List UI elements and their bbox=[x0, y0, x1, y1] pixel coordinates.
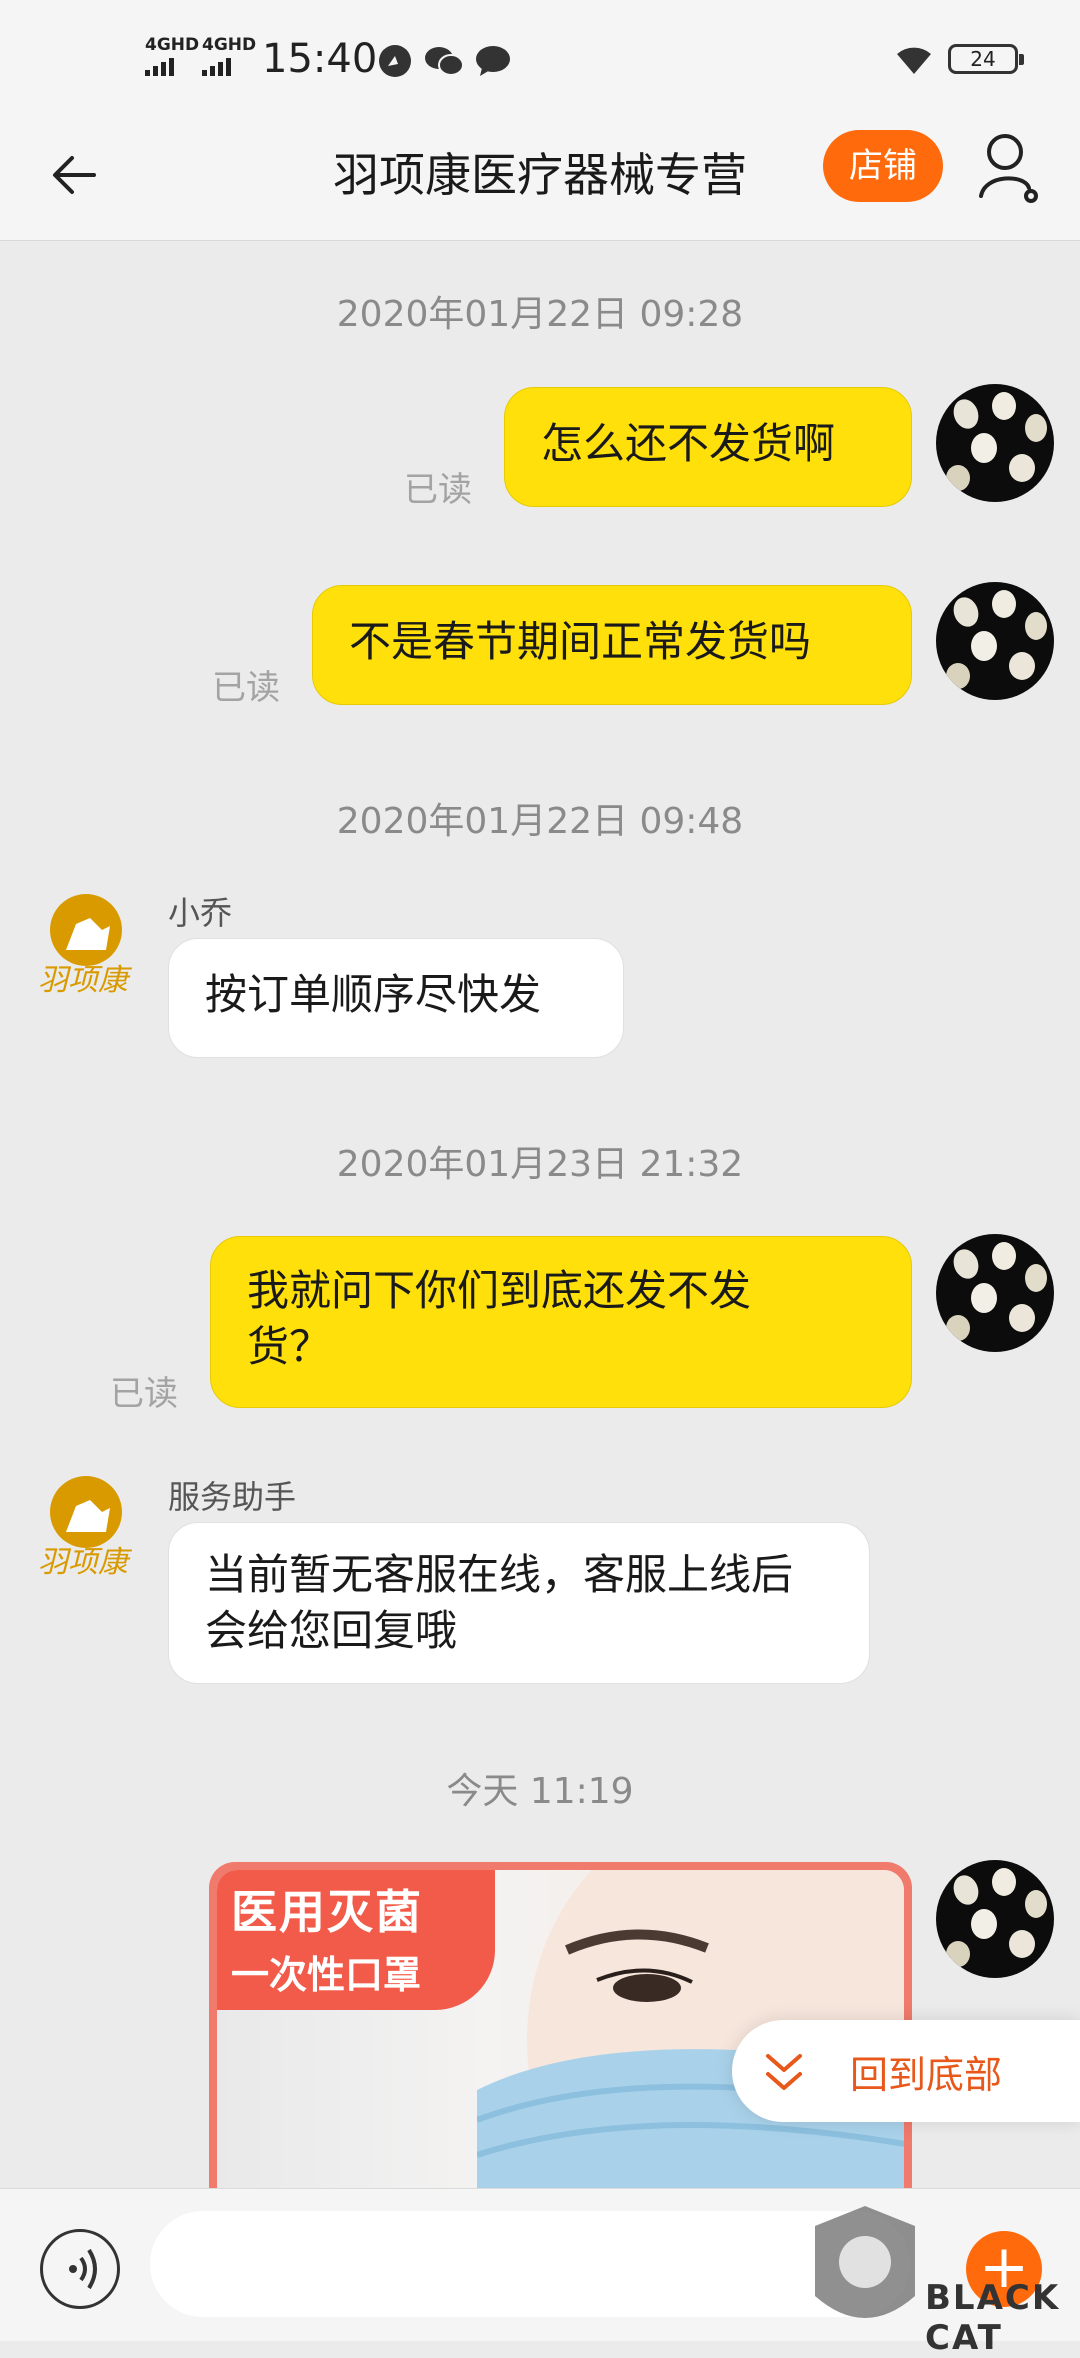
battery-icon: 24 bbox=[948, 44, 1024, 74]
logo-text: 羽项康 bbox=[38, 1545, 133, 1580]
message-text: 不是春节期间正常发货吗 bbox=[349, 617, 812, 666]
signal-bars-icon bbox=[145, 56, 199, 76]
read-receipt: 已读 bbox=[404, 470, 472, 510]
wechat-icon bbox=[425, 47, 464, 76]
clock: 15:40 bbox=[262, 36, 378, 82]
my-avatar[interactable] bbox=[936, 384, 1054, 502]
network-type-label: 4GHD bbox=[202, 35, 257, 55]
signal-bars-icon bbox=[202, 56, 256, 76]
logo-text: 羽项康 bbox=[38, 963, 133, 998]
voice-button[interactable] bbox=[40, 2229, 120, 2309]
read-receipt: 已读 bbox=[110, 1374, 178, 1414]
watermark-text: BLACK CAT bbox=[925, 2278, 1061, 2358]
timestamp: 2020年01月23日 21:32 bbox=[336, 1144, 744, 1185]
shop-message-bubble[interactable]: 当前暂无客服在线，客服上线后 会给您回复哦 bbox=[168, 1522, 870, 1684]
my-message-bubble[interactable]: 不是春节期间正常发货吗 bbox=[312, 585, 912, 705]
avatar-pattern-icon bbox=[946, 590, 1047, 689]
read-receipt: 已读 bbox=[212, 668, 280, 708]
back-arrow-icon[interactable] bbox=[44, 140, 114, 210]
double-chevron-down-icon bbox=[766, 2054, 802, 2090]
signal-indicator-1: 4GHD bbox=[145, 35, 200, 76]
voice-icon bbox=[69, 2248, 97, 2290]
message-text-line: 货？ bbox=[247, 1322, 332, 1371]
message-icon bbox=[476, 46, 510, 76]
my-avatar[interactable] bbox=[936, 1860, 1054, 1978]
my-avatar[interactable] bbox=[936, 1234, 1054, 1352]
shop-title: 羽项康医疗器械专营 bbox=[333, 148, 747, 202]
my-message-bubble[interactable]: 我就问下你们到底还发不发 货？ bbox=[210, 1236, 912, 1408]
status-bar: 4GHD 4GHD 15:40 24 bbox=[0, 0, 1080, 120]
product-tag-line2: 一次性口罩 bbox=[231, 1953, 422, 1997]
sender-name: 小乔 bbox=[168, 894, 233, 932]
shop-logo-avatar[interactable]: 羽项康 bbox=[36, 890, 156, 1010]
timestamp: 2020年01月22日 09:28 bbox=[336, 294, 744, 335]
message-text: 怎么还不发货啊 bbox=[541, 419, 836, 468]
speed-icon bbox=[379, 45, 411, 77]
shop-message-bubble[interactable]: 按订单顺序尽快发 bbox=[168, 938, 624, 1058]
store-button[interactable]: 店铺 bbox=[823, 130, 943, 202]
my-message-bubble[interactable]: 怎么还不发货啊 bbox=[504, 387, 912, 507]
product-tag-line1: 医用灭菌 bbox=[231, 1885, 423, 1939]
avatar-pattern-icon bbox=[946, 1242, 1047, 1341]
network-type-label: 4GHD bbox=[145, 35, 200, 55]
message-text-line: 我就问下你们到底还发不发 bbox=[247, 1266, 752, 1315]
chat-header: 羽项康医疗器械专营 店铺 bbox=[0, 120, 1080, 241]
message-text-line: 当前暂无客服在线，客服上线后 bbox=[205, 1550, 794, 1599]
sender-name: 服务助手 bbox=[168, 1478, 297, 1516]
avatar-pattern-icon bbox=[946, 392, 1047, 491]
timestamp: 今天 11:19 bbox=[446, 1771, 634, 1812]
user-settings-icon[interactable] bbox=[975, 130, 1045, 210]
back-to-bottom-label: 回到底部 bbox=[850, 2053, 1003, 2097]
message-text-line: 会给您回复哦 bbox=[205, 1606, 458, 1655]
message-input[interactable] bbox=[150, 2211, 910, 2317]
timestamp: 2020年01月22日 09:48 bbox=[336, 801, 744, 842]
message-text: 按订单顺序尽快发 bbox=[205, 970, 542, 1019]
wifi-icon bbox=[897, 47, 931, 74]
product-tag: 医用灭菌 一次性口罩 bbox=[217, 1870, 495, 2010]
shop-logo-avatar[interactable]: 羽项康 bbox=[36, 1472, 156, 1592]
back-to-bottom-button[interactable]: 回到底部 bbox=[732, 2020, 1080, 2122]
signal-indicator-2: 4GHD bbox=[202, 35, 257, 76]
my-avatar[interactable] bbox=[936, 582, 1054, 700]
avatar-pattern-icon bbox=[946, 1868, 1047, 1967]
